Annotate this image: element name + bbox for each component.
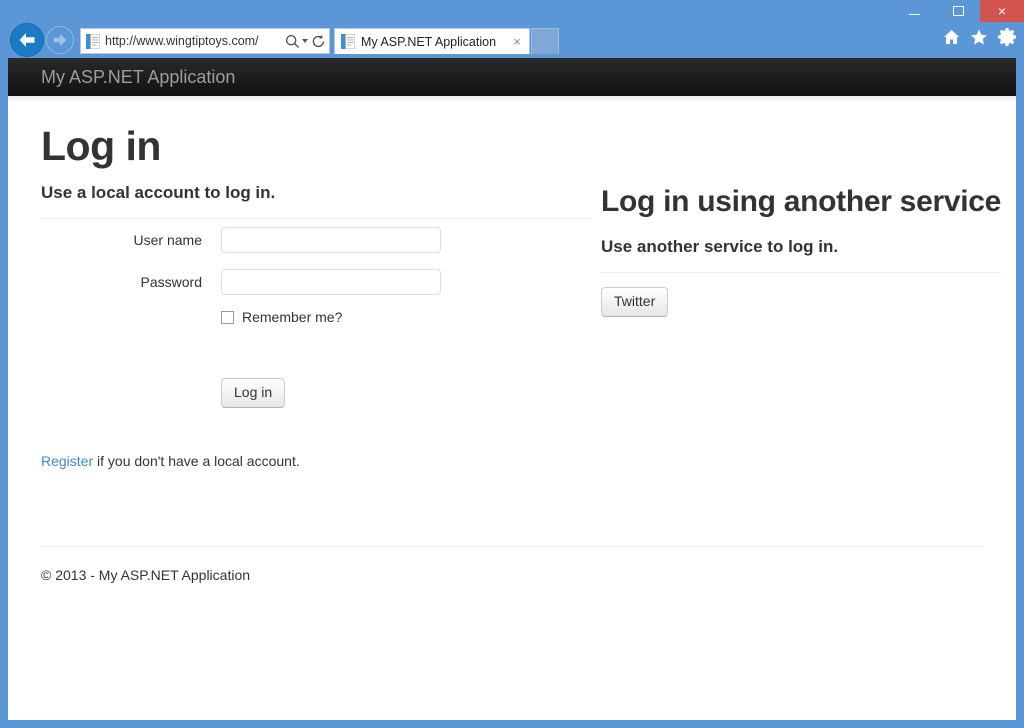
tab-strip: My ASP.NET Application × xyxy=(334,28,559,54)
forward-arrow-icon xyxy=(53,34,67,46)
local-login-section: Use a local account to log in. User name… xyxy=(41,182,591,483)
browser-toolbar: × http://www.wingtiptoys.com/ My ASP.NET… xyxy=(0,0,1024,58)
remember-me-label[interactable]: Remember me? xyxy=(242,309,342,325)
local-login-divider xyxy=(41,218,591,220)
register-rest-text: if you don't have a local account. xyxy=(93,453,300,470)
close-icon: × xyxy=(997,3,1007,19)
page-viewport: My ASP.NET Application Log in Use a loca… xyxy=(8,58,1016,720)
login-form: User name Password Remember me? Log in xyxy=(41,227,591,409)
footer-copyright: © 2013 - My ASP.NET Application xyxy=(41,567,251,583)
form-row-submit: Log in xyxy=(221,378,591,409)
login-row: Use a local account to log in. User name… xyxy=(41,182,1001,483)
minimize-icon xyxy=(908,14,920,15)
back-button[interactable] xyxy=(10,23,44,57)
external-login-section: Log in using another service Use another… xyxy=(601,182,1001,483)
password-label: Password xyxy=(140,274,202,291)
footer-divider xyxy=(41,546,983,547)
minimize-button[interactable] xyxy=(892,0,936,22)
search-icon[interactable] xyxy=(285,34,300,49)
home-icon[interactable] xyxy=(943,29,960,45)
tab-close-icon[interactable]: × xyxy=(509,35,525,48)
form-row-username: User name xyxy=(41,227,591,254)
tab-my-aspnet-application[interactable]: My ASP.NET Application × xyxy=(334,28,530,54)
page-icon xyxy=(86,33,100,49)
address-url-text: http://www.wingtiptoys.com/ xyxy=(105,34,259,48)
form-row-password: Password xyxy=(41,269,591,296)
external-provider-list: Twitter xyxy=(601,286,1001,317)
browser-window: × http://www.wingtiptoys.com/ My ASP.NET… xyxy=(0,0,1024,728)
forward-button[interactable] xyxy=(46,26,74,54)
local-login-subtitle: Use a local account to log in. xyxy=(41,183,276,203)
register-line: Register if you don't have a local accou… xyxy=(41,453,591,469)
external-login-title: Log in using another service xyxy=(601,185,1002,219)
site-brand[interactable]: My ASP.NET Application xyxy=(8,68,235,86)
login-submit-button[interactable]: Log in xyxy=(221,378,286,409)
register-link[interactable]: Register xyxy=(41,453,93,469)
tab-title: My ASP.NET Application xyxy=(361,34,497,49)
back-arrow-icon xyxy=(19,33,35,47)
maximize-icon xyxy=(952,6,964,16)
close-window-button[interactable]: × xyxy=(980,0,1024,22)
new-tab-button[interactable] xyxy=(531,28,559,54)
password-input[interactable] xyxy=(221,269,441,296)
browser-command-icons xyxy=(943,28,1016,46)
remember-me-checkbox[interactable] xyxy=(221,310,234,324)
refresh-icon[interactable] xyxy=(311,34,326,49)
site-navbar: My ASP.NET Application xyxy=(8,58,1016,96)
favorites-star-icon[interactable] xyxy=(970,29,988,46)
external-login-subtitle: Use another service to log in. xyxy=(601,236,839,256)
username-input[interactable] xyxy=(221,227,441,254)
page-content: Log in Use a local account to log in. Us… xyxy=(8,102,1016,483)
address-bar[interactable]: http://www.wingtiptoys.com/ xyxy=(80,28,330,54)
page-title: Log in xyxy=(41,123,161,169)
twitter-login-button[interactable]: Twitter xyxy=(601,286,669,317)
page-footer: © 2013 - My ASP.NET Application xyxy=(41,546,983,583)
page-icon xyxy=(341,34,355,49)
form-row-remember: Remember me? xyxy=(221,309,591,325)
external-login-divider xyxy=(601,271,1001,273)
window-controls: × xyxy=(892,0,1024,22)
maximize-button[interactable] xyxy=(936,0,980,22)
username-label: User name xyxy=(133,232,202,249)
tools-gear-icon[interactable] xyxy=(998,28,1016,46)
chevron-down-icon[interactable] xyxy=(302,39,308,43)
